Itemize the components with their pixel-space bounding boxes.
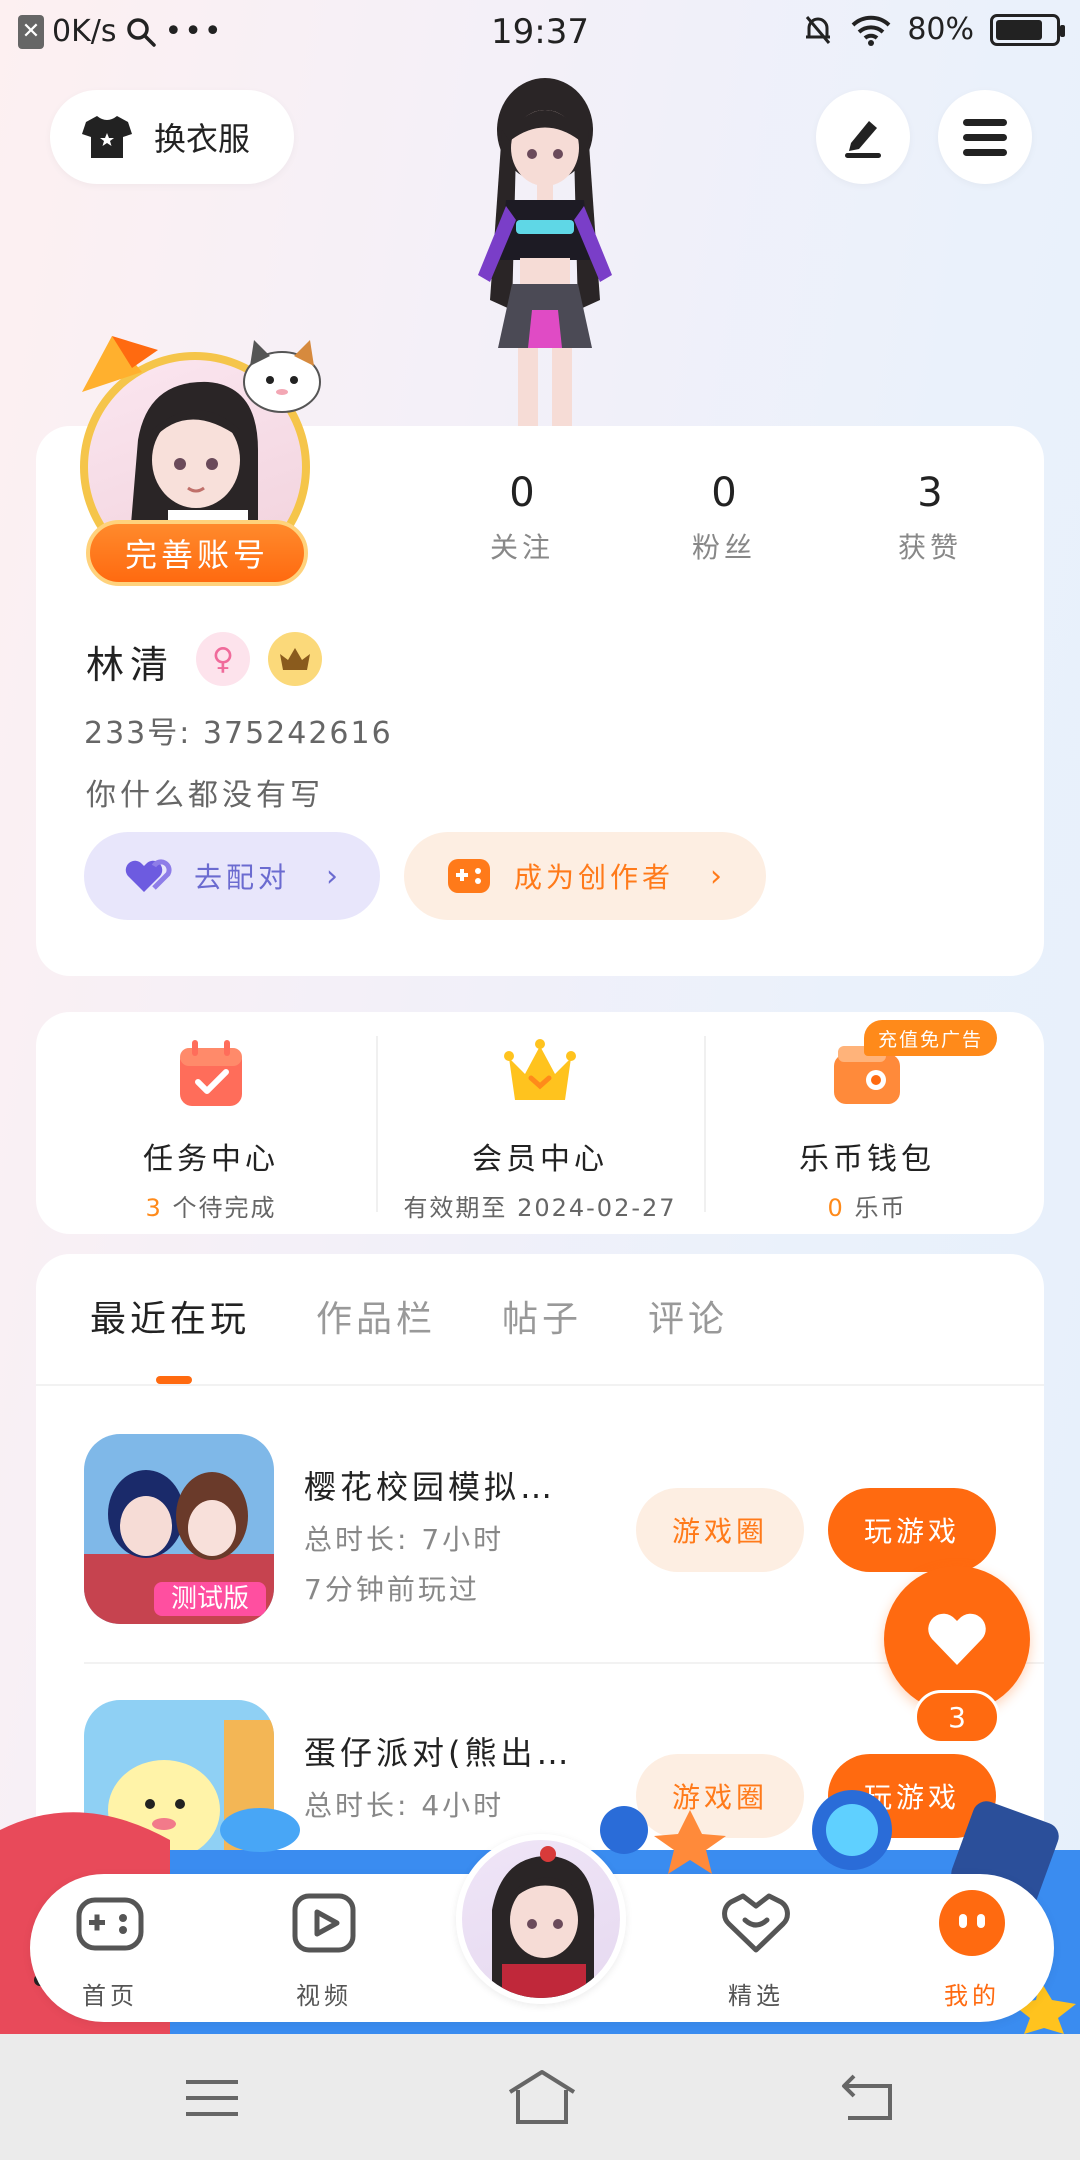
stat-following[interactable]: 0 关注 xyxy=(442,470,602,566)
heart-outline-icon xyxy=(722,1893,790,1953)
content-tabs: 最近在玩 作品栏 帖子 评论 xyxy=(90,1290,728,1342)
home-icon[interactable] xyxy=(506,2068,578,2126)
crown-icon xyxy=(280,648,310,670)
female-icon: ♀ xyxy=(196,632,250,686)
center-avatar-portrait xyxy=(492,1846,595,1998)
tshirt-icon xyxy=(82,116,132,158)
center-avatar-button[interactable] xyxy=(456,1834,626,2004)
avatar-figure[interactable] xyxy=(420,70,670,430)
nav-home[interactable]: 首页 xyxy=(30,1886,190,2011)
user-bio: 你什么都没有写 xyxy=(86,778,324,813)
nav-me[interactable]: 我的 xyxy=(892,1886,1052,2011)
game-title: 樱花校园模拟… xyxy=(304,1468,557,1506)
nav-featured[interactable]: 精选 xyxy=(676,1886,836,2011)
task-center[interactable]: 任务中心 3 个待完成 xyxy=(46,1036,376,1223)
avatar-figure-image xyxy=(478,78,612,430)
nav-home-label: 首页 xyxy=(82,1982,138,2010)
member-center[interactable]: 会员中心 有效期至 2024-02-27 xyxy=(375,1036,705,1223)
profile-avatar[interactable]: 完善账号 xyxy=(72,336,342,590)
match-label: 去配对 xyxy=(194,861,291,894)
stat-fans[interactable]: 0 粉丝 xyxy=(644,470,804,566)
status-bar: ✕ 0K/s ••• 19:37 80% xyxy=(0,0,1080,70)
like-count-badge: 3 xyxy=(914,1690,1000,1744)
heart-icon xyxy=(125,859,172,892)
stat-likes[interactable]: 3 获赞 xyxy=(850,470,1010,566)
chevron-right-icon: › xyxy=(326,858,343,894)
game-icon-sakura[interactable]: 测试版 xyxy=(84,1434,274,1624)
gamepad-icon xyxy=(448,859,490,893)
crown-badge-icon[interactable] xyxy=(268,632,322,686)
edit-button[interactable] xyxy=(816,90,910,184)
game-duration: 总时长: 7小时 xyxy=(304,1523,505,1556)
flag-decoration-icon xyxy=(82,336,158,392)
recharge-no-ads-badge[interactable]: 充值免广告 xyxy=(864,1020,998,1056)
task-center-title: 任务中心 xyxy=(143,1142,279,1177)
chevron-right-icon: › xyxy=(710,858,727,894)
wallet[interactable]: 乐币钱包 0 乐币 xyxy=(702,1036,1032,1223)
calendar-check-icon xyxy=(180,1040,242,1106)
crown-gold-icon xyxy=(504,1039,576,1100)
heart-icon xyxy=(928,1613,986,1665)
battery-icon xyxy=(990,13,1065,46)
match-button[interactable]: 去配对 › xyxy=(84,832,380,920)
user-name: 林清 xyxy=(86,643,175,687)
member-center-title: 会员中心 xyxy=(472,1142,608,1177)
member-center-sub: 有效期至 2024-02-27 xyxy=(403,1194,677,1222)
play-video-icon xyxy=(292,1893,356,1953)
complete-account-button[interactable]: 完善账号 xyxy=(86,520,308,586)
stat-fans-value: 0 xyxy=(711,470,737,516)
stat-following-value: 0 xyxy=(509,470,535,516)
nav-me-label: 我的 xyxy=(944,1982,1000,2010)
tab-recently-played[interactable]: 最近在玩 xyxy=(90,1290,250,1342)
pen-icon xyxy=(845,121,881,158)
menu-button[interactable] xyxy=(938,90,1032,184)
gamepad-icon xyxy=(76,1897,144,1951)
stat-likes-value: 3 xyxy=(917,470,943,516)
game-title: 蛋仔派对(熊出… xyxy=(304,1734,573,1772)
stat-fans-label: 粉丝 xyxy=(691,531,756,564)
change-outfit-button[interactable]: 换衣服 xyxy=(50,90,294,184)
status-right: 80% xyxy=(801,12,1065,47)
stat-likes-label: 获赞 xyxy=(897,531,962,564)
face-icon xyxy=(939,1890,1005,1956)
wifi-icon xyxy=(851,15,891,46)
test-version-tag: 测试版 xyxy=(171,1584,249,1614)
user-id: 233号: 375242616 xyxy=(84,716,393,751)
battery-percent: 80% xyxy=(907,12,974,47)
hamburger-icon xyxy=(963,119,1007,156)
back-icon[interactable] xyxy=(840,2072,898,2122)
recent-apps-icon[interactable] xyxy=(184,2076,240,2120)
divider xyxy=(36,1384,1044,1386)
wallet-title: 乐币钱包 xyxy=(799,1142,935,1177)
task-center-sub: 3 个待完成 xyxy=(145,1194,277,1222)
active-tab-indicator xyxy=(156,1376,192,1384)
game-last-played: 7分钟前玩过 xyxy=(304,1573,480,1606)
stat-following-label: 关注 xyxy=(489,531,554,564)
nav-video-label: 视频 xyxy=(296,1982,352,2010)
become-creator-label: 成为创作者 xyxy=(514,861,675,894)
become-creator-button[interactable]: 成为创作者 › xyxy=(404,832,766,920)
cat-mascot-icon xyxy=(243,340,321,413)
mute-bell-icon xyxy=(806,15,831,44)
game-circle-button[interactable]: 游戏圈 xyxy=(636,1488,804,1572)
nav-featured-label: 精选 xyxy=(728,1982,784,2010)
change-outfit-label: 换衣服 xyxy=(154,120,251,158)
system-nav-bar xyxy=(0,2034,1080,2160)
play-game-button[interactable]: 玩游戏 xyxy=(828,1488,996,1572)
tab-comments[interactable]: 评论 xyxy=(648,1290,728,1342)
tab-posts[interactable]: 帖子 xyxy=(502,1290,582,1342)
game-art: 测试版 xyxy=(84,1434,274,1624)
tab-works[interactable]: 作品栏 xyxy=(316,1290,436,1342)
wallet-sub: 0 乐币 xyxy=(827,1194,907,1222)
nav-video[interactable]: 视频 xyxy=(244,1886,404,2011)
